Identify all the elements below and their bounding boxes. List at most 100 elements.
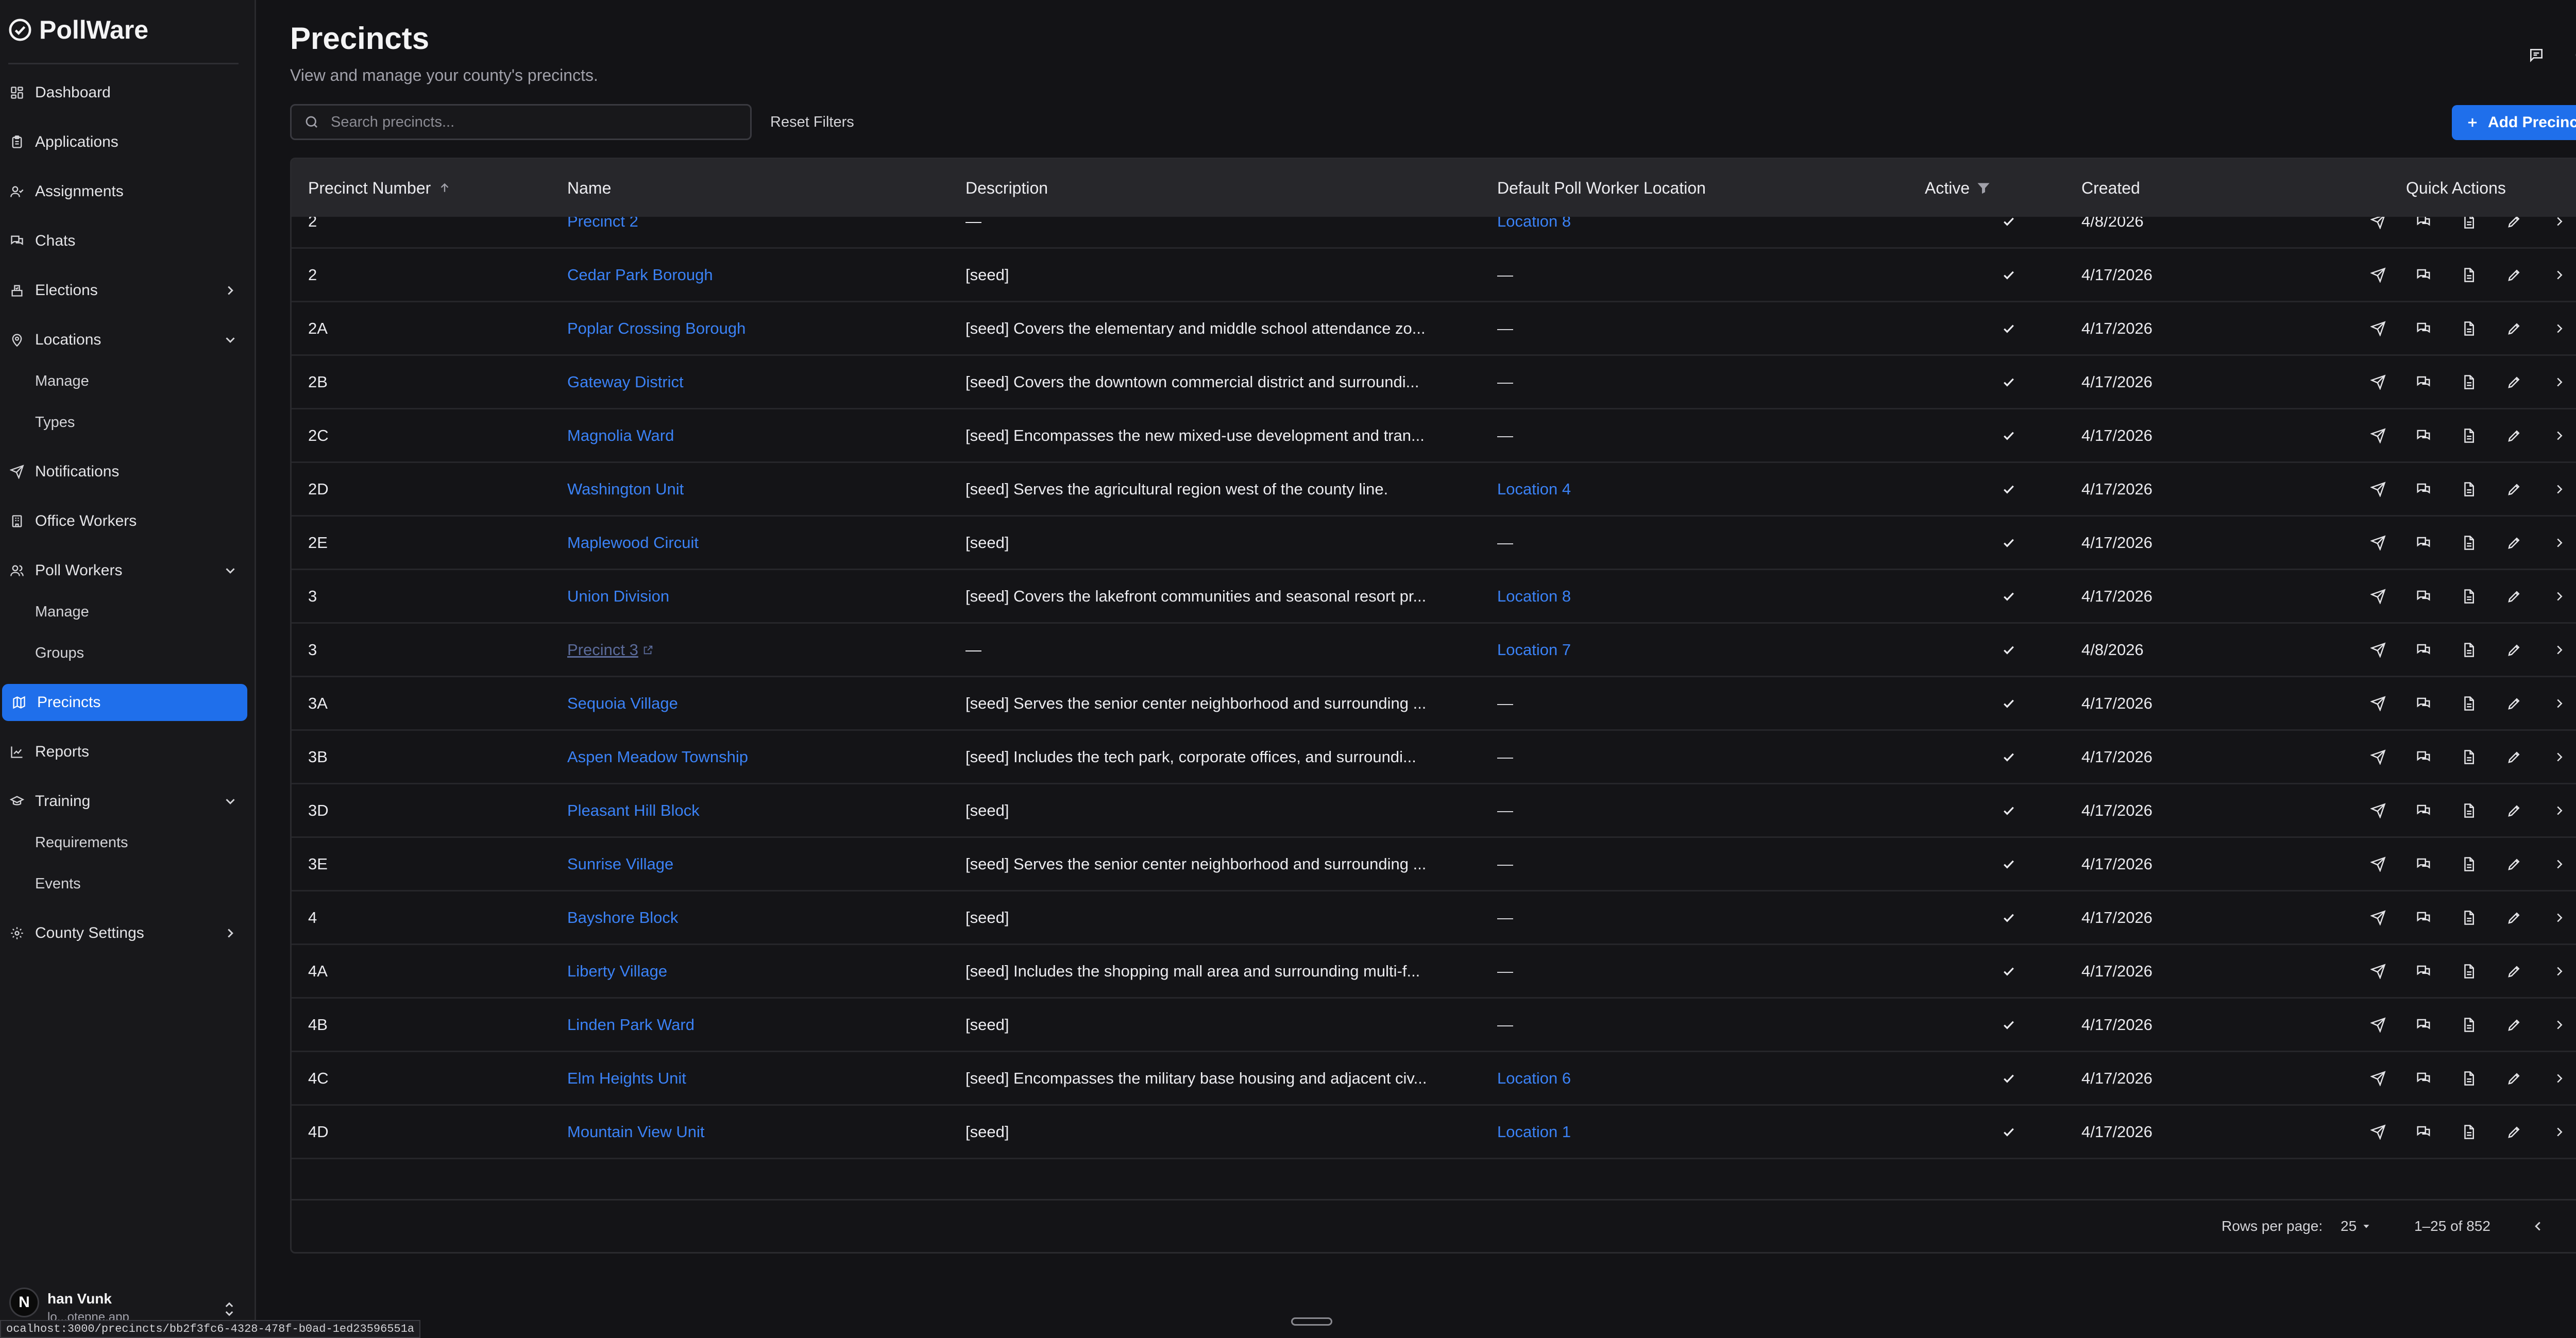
chevron-right-action-button[interactable] [2544,999,2575,1051]
table-row[interactable]: 2 Cedar Park Borough [seed] — 4/17/2026 [292,249,2576,302]
cell-name-link[interactable]: Pleasant Hill Block [567,784,700,836]
cell-name-link[interactable]: Liberty Village [567,945,667,997]
send-action-button[interactable] [2363,356,2394,408]
cell-name-link[interactable]: Bayshore Block [567,891,678,944]
cell-name-link[interactable]: Mountain View Unit [567,1106,705,1158]
search-input[interactable] [330,113,734,131]
send-action-button[interactable] [2363,945,2394,997]
send-action-button[interactable] [2363,999,2394,1051]
theme-toggle-button[interactable] [2569,41,2576,69]
chat-action-button[interactable] [2408,1106,2439,1158]
chat-action-button[interactable] [2408,891,2439,944]
sidebar-subitem-training-requirements[interactable]: Requirements [35,827,128,858]
cell-name-link[interactable]: Washington Unit [567,463,684,515]
table-row[interactable]: 2A Poplar Crossing Borough [seed] Covers t… [292,302,2576,356]
table-row[interactable]: 3B Aspen Meadow Township [seed] Includes t… [292,731,2576,784]
filter-icon[interactable] [1977,181,1990,195]
document-action-button[interactable] [2453,249,2484,301]
document-action-button[interactable] [2453,731,2484,783]
chevron-right-action-button[interactable] [2544,302,2575,354]
document-action-button[interactable] [2453,409,2484,461]
add-precinct-button[interactable]: Add Precinct [2452,105,2576,140]
chat-action-button[interactable] [2408,249,2439,301]
chat-action-button[interactable] [2408,731,2439,783]
cell-name-link[interactable]: Gateway District [567,356,684,408]
search-box[interactable] [290,104,752,140]
send-action-button[interactable] [2363,217,2394,247]
pencil-action-button[interactable] [2499,1052,2530,1104]
cell-name-link[interactable]: Downtown Borough [567,1159,707,1161]
send-action-button[interactable] [2363,249,2394,301]
sidebar-item-locations[interactable]: Locations [0,321,247,358]
chevron-right-action-button[interactable] [2544,838,2575,890]
document-action-button[interactable] [2453,784,2484,836]
cell-location-link[interactable]: Location 7 [1497,624,1571,676]
send-action-button[interactable] [2363,1159,2394,1161]
send-action-button[interactable] [2363,1052,2394,1104]
chevron-right-action-button[interactable] [2544,1052,2575,1104]
pencil-action-button[interactable] [2499,624,2530,676]
chevron-right-action-button[interactable] [2544,1159,2575,1161]
pencil-action-button[interactable] [2499,409,2530,461]
pencil-action-button[interactable] [2499,302,2530,354]
send-action-button[interactable] [2363,409,2394,461]
cell-name-link[interactable]: Linden Park Ward [567,999,694,1051]
chat-action-button[interactable] [2408,356,2439,408]
pencil-action-button[interactable] [2499,891,2530,944]
table-row[interactable]: 4A Liberty Village [seed] Includes the sho… [292,945,2576,999]
cell-name-link[interactable]: Precinct 2 [567,217,638,247]
document-action-button[interactable] [2453,891,2484,944]
send-action-button[interactable] [2363,838,2394,890]
document-action-button[interactable] [2453,217,2484,247]
chevron-right-action-button[interactable] [2544,409,2575,461]
document-action-button[interactable] [2453,677,2484,729]
cell-location-link[interactable]: Location 8 [1497,217,1571,247]
chat-action-button[interactable] [2408,517,2439,569]
document-action-button[interactable] [2453,570,2484,622]
pencil-action-button[interactable] [2499,249,2530,301]
chat-action-button[interactable] [2408,217,2439,247]
send-action-button[interactable] [2363,463,2394,515]
chat-action-button[interactable] [2408,409,2439,461]
column-header-default-location[interactable]: Default Poll Worker Location [1497,159,1706,217]
chevron-right-action-button[interactable] [2544,677,2575,729]
chat-action-button[interactable] [2408,1052,2439,1104]
document-action-button[interactable] [2453,356,2484,408]
pencil-action-button[interactable] [2499,217,2530,247]
column-header-name[interactable]: Name [567,159,611,217]
document-action-button[interactable] [2453,1052,2484,1104]
table-row[interactable]: 2E Maplewood Circuit [seed] — 4/17/2026 [292,517,2576,570]
table-row[interactable]: 4C Elm Heights Unit [seed] Encompasses the… [292,1052,2576,1106]
sidebar-subitem-poll-workers-manage[interactable]: Manage [35,596,89,627]
chevron-right-action-button[interactable] [2544,731,2575,783]
table-row[interactable]: 3 Precinct 3 — Location 7 4/8/2026 [292,624,2576,677]
table-row[interactable]: 4D Mountain View Unit [seed] Location 1 4/17… [292,1106,2576,1159]
pencil-action-button[interactable] [2499,999,2530,1051]
column-header-precinct-number[interactable]: Precinct Number [308,159,451,217]
sidebar-item-dashboard[interactable]: Dashboard [0,74,247,111]
table-row[interactable]: 2D Washington Unit [seed] Serves the agric… [292,463,2576,517]
chevron-right-action-button[interactable] [2544,784,2575,836]
sidebar-subitem-poll-workers-groups[interactable]: Groups [35,638,84,668]
table-row[interactable]: 2 Precinct 2 — Location 8 4/8/2026 [292,217,2576,249]
pencil-action-button[interactable] [2499,677,2530,729]
document-action-button[interactable] [2453,945,2484,997]
chevron-right-action-button[interactable] [2544,217,2575,247]
cell-name-link[interactable]: Sunrise Village [567,838,673,890]
pencil-action-button[interactable] [2499,463,2530,515]
sidebar-item-assignments[interactable]: Assignments [0,173,247,210]
cell-location-link[interactable]: Location 6 [1497,1052,1571,1104]
document-action-button[interactable] [2453,302,2484,354]
pencil-action-button[interactable] [2499,517,2530,569]
avatar[interactable]: N [9,1288,39,1317]
send-action-button[interactable] [2363,517,2394,569]
chat-action-button[interactable] [2408,302,2439,354]
next-page-button[interactable] [2572,1200,2576,1252]
chevron-right-action-button[interactable] [2544,624,2575,676]
cell-name-link[interactable]: Aspen Meadow Township [567,731,748,783]
sidebar-subitem-training-events[interactable]: Events [35,868,81,899]
send-action-button[interactable] [2363,302,2394,354]
cell-name-link[interactable]: Sequoia Village [567,677,678,729]
send-action-button[interactable] [2363,891,2394,944]
sidebar-item-chats[interactable]: Chats [0,222,247,260]
